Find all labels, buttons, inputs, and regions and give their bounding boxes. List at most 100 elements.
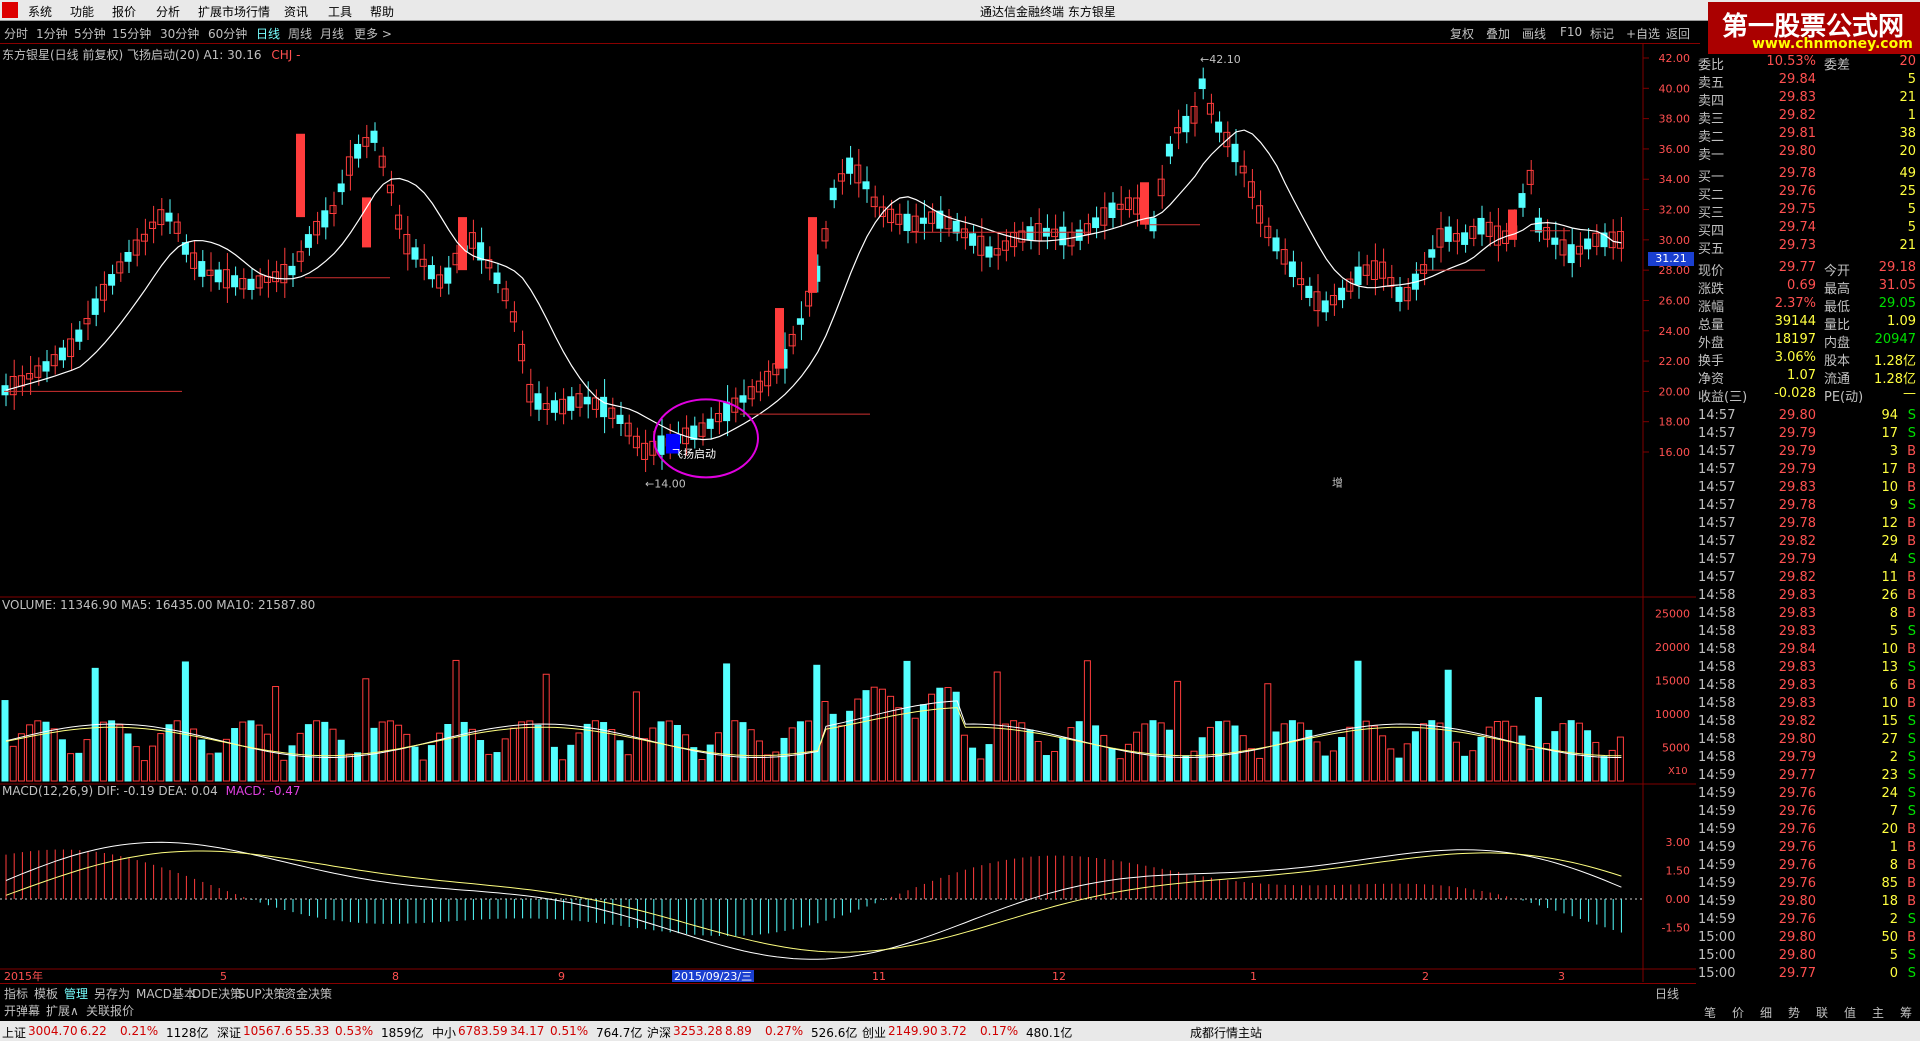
candle-body	[1198, 78, 1206, 90]
period-tab-60min[interactable]: 60分钟	[208, 25, 247, 42]
volume-bar	[755, 740, 763, 782]
candle-body	[1452, 233, 1460, 242]
volume-bar	[149, 745, 157, 782]
rtab-value[interactable]: 值	[1844, 1004, 1856, 1021]
volume-bar	[698, 759, 706, 782]
volume-bar	[9, 745, 17, 782]
volume-bar	[1239, 735, 1247, 782]
quote-label: 最高	[1824, 282, 1851, 297]
candle-body	[231, 275, 239, 288]
menu-help[interactable]: 帮助	[370, 3, 394, 20]
tick-side: S	[1907, 552, 1916, 567]
volume-bar	[214, 752, 222, 782]
volume-bar	[452, 659, 460, 782]
tick-side: B	[1907, 570, 1916, 585]
add-watchlist-button[interactable]: +自选	[1626, 25, 1660, 42]
draw-line-button[interactable]: 画线	[1522, 25, 1546, 42]
period-tab-fenshi[interactable]: 分时	[4, 25, 28, 42]
tab-sup[interactable]: SUP决策	[238, 985, 286, 1002]
tick-row: 14:58 29.83 6 B	[1696, 678, 1920, 696]
index-change: 55.33	[295, 1024, 330, 1038]
tick-price: 29.83	[1778, 678, 1816, 693]
volume-bar	[419, 759, 427, 782]
tick-time: 15:00	[1698, 948, 1736, 963]
candle-body	[1436, 228, 1444, 248]
menu-quote[interactable]: 报价	[112, 3, 136, 20]
ask-volume: 21	[1899, 90, 1916, 105]
tab-manage[interactable]: 管理	[64, 985, 88, 1002]
expand-button[interactable]: 扩展∧	[46, 1002, 79, 1019]
tab-dde[interactable]: DDE决策	[192, 985, 242, 1002]
tick-time: 14:58	[1698, 660, 1736, 675]
volume-bar	[239, 721, 247, 782]
tick-row: 14:57 29.83 10 B	[1696, 480, 1920, 498]
danmaku-button[interactable]: 开弹幕	[4, 1002, 40, 1019]
signal-candle	[458, 217, 467, 271]
candle-body	[255, 275, 263, 289]
tab-capital[interactable]: 资金决策	[284, 985, 332, 1002]
price-axis-label: 42.00	[1659, 52, 1691, 65]
rtab-chips[interactable]: 筹	[1900, 1004, 1912, 1021]
period-tab-daily[interactable]: 日线	[256, 25, 280, 42]
kline-chart[interactable]: ←42.10 ←14.00 飞扬启动增 42.00 40.00 38.00 36.00 34…	[0, 44, 1696, 982]
macd-axis-label: -1.50	[1662, 922, 1690, 935]
volume-bar	[1297, 722, 1305, 782]
quote-label: 涨幅	[1698, 300, 1725, 315]
related-quote-button[interactable]: 关联报价	[86, 1002, 134, 1019]
index-name: 沪深	[647, 1026, 672, 1040]
rtab-price[interactable]: 价	[1732, 1004, 1744, 1021]
candle-body	[870, 196, 878, 208]
quote-value: 0.69	[1787, 278, 1816, 293]
volume-bar	[1223, 720, 1231, 782]
menu-ext-market[interactable]: 扩展市场行情	[198, 3, 270, 20]
period-tab-1min[interactable]: 1分钟	[36, 25, 68, 42]
volume-bar	[723, 663, 731, 782]
tick-side: B	[1907, 876, 1916, 891]
tab-indicator[interactable]: 指标	[4, 985, 28, 1002]
tick-price: 29.79	[1778, 444, 1816, 459]
period-tab-30min[interactable]: 30分钟	[160, 25, 199, 42]
volume-bar	[714, 732, 722, 782]
volume-pane	[1, 659, 1624, 782]
back-button[interactable]: 返回	[1666, 25, 1690, 42]
tick-volume: 5	[1889, 948, 1898, 963]
period-tab-monthly[interactable]: 月线	[320, 25, 344, 42]
menu-system[interactable]: 系统	[28, 3, 52, 20]
menu-analysis[interactable]: 分析	[156, 3, 180, 20]
volume-bar	[17, 733, 25, 782]
rtab-trades[interactable]: 笔	[1704, 1004, 1716, 1021]
mark-button[interactable]: 标记	[1590, 25, 1614, 42]
tick-row: 14:57 29.79 17 B	[1696, 462, 1920, 480]
volume-bar	[1428, 720, 1436, 782]
menu-function[interactable]: 功能	[70, 3, 94, 20]
tick-row: 14:58 29.84 10 B	[1696, 642, 1920, 660]
menu-news[interactable]: 资讯	[284, 3, 308, 20]
ask-price: 29.80	[1778, 144, 1816, 159]
volume-bar	[534, 724, 542, 782]
index-change: 8.89	[725, 1024, 752, 1038]
rtab-trend[interactable]: 势	[1788, 1004, 1800, 1021]
tab-template[interactable]: 模板	[34, 985, 58, 1002]
volume-bar	[1370, 725, 1378, 782]
tab-macd-basic[interactable]: MACD基本	[136, 985, 196, 1002]
rtab-detail[interactable]: 细	[1760, 1004, 1772, 1021]
candle-body	[345, 156, 353, 176]
tick-price: 29.82	[1778, 714, 1816, 729]
rtab-link[interactable]: 联	[1816, 1004, 1828, 1021]
period-tab-5min[interactable]: 5分钟	[74, 25, 106, 42]
period-tab-15min[interactable]: 15分钟	[112, 25, 151, 42]
tick-volume: 23	[1881, 768, 1898, 783]
f10-button[interactable]: F10	[1560, 25, 1582, 39]
rtab-main[interactable]: 主	[1872, 1004, 1884, 1021]
restore-rights-button[interactable]: 复权	[1450, 25, 1474, 42]
menu-tools[interactable]: 工具	[328, 3, 352, 20]
period-tab-weekly[interactable]: 周线	[288, 25, 312, 42]
period-tab-more[interactable]: 更多 >	[354, 25, 392, 42]
signal-candle	[296, 133, 305, 218]
tab-save-as[interactable]: 另存为	[94, 985, 130, 1002]
volume-bar	[403, 733, 411, 782]
overlay-button[interactable]: 叠加	[1486, 25, 1510, 42]
volume-bar	[1059, 737, 1067, 782]
candle-body	[526, 383, 534, 403]
volume-bar	[181, 661, 189, 782]
